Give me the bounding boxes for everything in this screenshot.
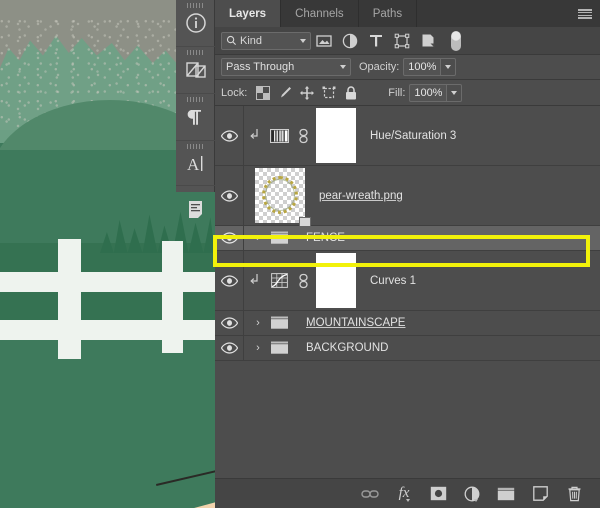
lock-row[interactable]: Lock: Fill: 100%	[215, 80, 600, 106]
clipping-mask-arrow-icon	[244, 273, 266, 289]
layer-comps-icon[interactable]	[176, 47, 215, 94]
layer-name-label[interactable]: Hue/Saturation 3	[370, 130, 456, 142]
layer-mask-thumbnail[interactable]	[316, 108, 356, 163]
shape-layer-filter-icon[interactable]	[389, 30, 415, 52]
eye-icon	[220, 274, 238, 287]
hamburger-menu-icon[interactable]	[578, 9, 592, 19]
layer-list[interactable]: Hue/Saturation 3 pear-wreath.png › FENCE…	[215, 106, 600, 361]
chevron-right-icon[interactable]: ›	[250, 232, 266, 244]
folder-icon	[266, 316, 292, 330]
hue-saturation-icon[interactable]	[266, 128, 292, 143]
table-row[interactable]: pear-wreath.png	[215, 166, 600, 229]
table-row[interactable]: Hue/Saturation 3	[215, 106, 600, 166]
tab-bar-filler	[417, 0, 600, 27]
new-group-icon[interactable]	[496, 484, 516, 504]
delete-layer-icon[interactable]	[564, 484, 584, 504]
layer-visibility-toggle[interactable]	[215, 166, 244, 225]
eye-icon	[220, 317, 238, 329]
blend-mode-value: Pass Through	[226, 61, 295, 73]
table-row[interactable]: Curves 1	[215, 251, 600, 311]
layer-name-label[interactable]: pear-wreath.png	[319, 190, 403, 202]
lock-transparency-icon[interactable]	[252, 83, 274, 103]
tab-channels[interactable]: Channels	[281, 0, 359, 27]
layer-visibility-toggle[interactable]	[215, 336, 244, 360]
layers-panel[interactable]: Layers Channels Paths Kind Pass Through …	[215, 0, 600, 508]
blend-mode-select[interactable]: Pass Through	[221, 58, 351, 76]
paragraph-icon[interactable]	[176, 94, 215, 141]
panel-grip-handle[interactable]	[186, 144, 205, 149]
tab-layers[interactable]: Layers	[215, 0, 282, 27]
eye-icon	[220, 189, 238, 202]
clipping-mask-arrow-icon	[244, 128, 266, 144]
wreath-thumbnail	[262, 176, 298, 214]
layer-visibility-toggle[interactable]	[215, 251, 244, 310]
fill-input[interactable]: 100%	[409, 83, 448, 102]
layer-mask-link-icon[interactable]	[292, 128, 314, 144]
layer-name-label[interactable]: BACKGROUND	[306, 342, 388, 354]
layer-thumbnail[interactable]	[255, 168, 311, 229]
paragraph-styles-icon[interactable]	[176, 186, 215, 231]
folder-icon	[266, 231, 292, 245]
table-row[interactable]: › MOUNTAINSCAPE	[215, 311, 600, 336]
lock-artboard-icon[interactable]	[318, 83, 340, 103]
table-row[interactable]: › BACKGROUND	[215, 336, 600, 361]
chevron-right-icon[interactable]: ›	[250, 342, 266, 354]
chevron-right-icon[interactable]: ›	[250, 317, 266, 329]
opacity-input[interactable]: 100%	[403, 58, 442, 76]
layer-name-label[interactable]: Curves 1	[370, 275, 416, 287]
opacity-stepper[interactable]	[441, 58, 457, 76]
adjustment-layer-filter-icon[interactable]	[337, 30, 363, 52]
layer-visibility-toggle[interactable]	[215, 226, 244, 250]
eye-icon	[220, 129, 238, 142]
table-row[interactable]: › FENCE	[215, 226, 600, 251]
new-adjustment-layer-icon[interactable]	[462, 484, 482, 504]
layer-style-fx-icon[interactable]: fx	[394, 484, 414, 504]
panel-grip-handle[interactable]	[186, 97, 205, 102]
layer-filter-row[interactable]: Kind	[215, 27, 600, 55]
layer-name-label[interactable]: MOUNTAINSCAPE	[306, 317, 405, 329]
info-panel-icon[interactable]	[176, 0, 215, 47]
blend-mode-row[interactable]: Pass Through Opacity: 100%	[215, 55, 600, 80]
layer-name-label[interactable]: FENCE	[306, 232, 345, 244]
filter-toggle-switch[interactable]	[443, 30, 469, 52]
fill-label: Fill:	[388, 86, 406, 99]
lock-label: Lock:	[221, 86, 248, 99]
lock-position-icon[interactable]	[296, 83, 318, 103]
layers-panel-toolbar[interactable]: fx	[215, 478, 600, 508]
search-icon	[226, 35, 237, 46]
side-panel-icon-rail[interactable]: A	[176, 0, 215, 218]
curves-icon[interactable]	[266, 273, 292, 288]
fence-post-left	[58, 239, 81, 359]
filter-kind-select[interactable]: Kind	[221, 31, 311, 50]
svg-text:A: A	[187, 155, 200, 174]
filter-kind-label: Kind	[240, 34, 263, 47]
eye-icon	[220, 342, 238, 354]
lock-image-pixels-icon[interactable]	[274, 83, 296, 103]
character-icon[interactable]: A	[176, 141, 215, 186]
panel-grip-handle[interactable]	[186, 3, 205, 8]
smart-object-filter-icon[interactable]	[415, 30, 441, 52]
opacity-label: Opacity:	[359, 61, 400, 73]
type-layer-filter-icon[interactable]	[363, 30, 389, 52]
add-layer-mask-icon[interactable]	[428, 484, 448, 504]
tab-paths[interactable]: Paths	[359, 0, 418, 27]
layer-mask-thumbnail[interactable]	[316, 253, 356, 308]
panel-tab-bar[interactable]: Layers Channels Paths	[215, 0, 600, 27]
layer-visibility-toggle[interactable]	[215, 106, 244, 165]
layer-mask-link-icon[interactable]	[292, 273, 314, 289]
lock-all-icon[interactable]	[340, 83, 362, 103]
link-layers-icon[interactable]	[360, 484, 380, 504]
chevron-down-icon[interactable]	[300, 38, 306, 43]
layer-visibility-toggle[interactable]	[215, 311, 244, 335]
chevron-down-icon[interactable]	[340, 65, 346, 69]
pixel-layer-filter-icon[interactable]	[311, 30, 337, 52]
fill-stepper[interactable]	[447, 83, 463, 102]
fence-post-right	[162, 241, 183, 353]
folder-icon	[266, 341, 292, 355]
panel-grip-handle[interactable]	[186, 50, 205, 55]
new-layer-icon[interactable]	[530, 484, 550, 504]
eye-icon	[220, 232, 238, 244]
